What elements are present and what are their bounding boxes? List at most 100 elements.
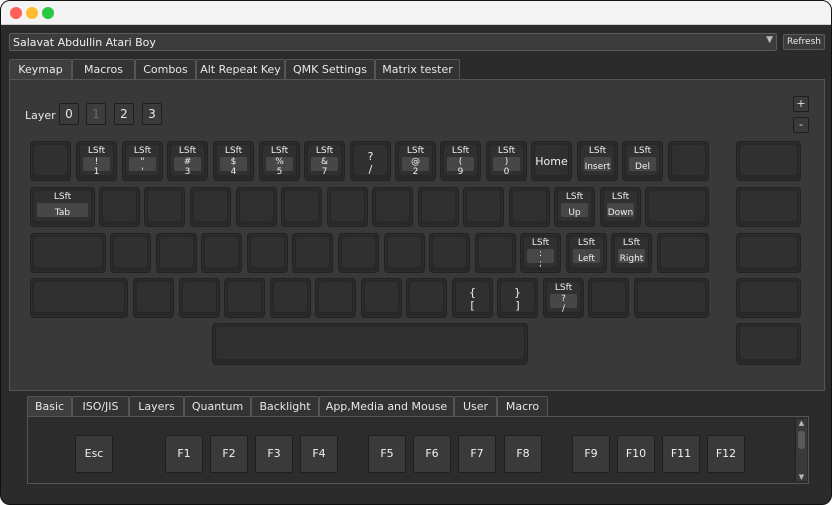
key[interactable] <box>463 187 504 227</box>
key[interactable]: { [ <box>452 278 493 318</box>
key[interactable] <box>236 187 277 227</box>
layer-1-button[interactable]: 1 <box>86 103 106 125</box>
key[interactable] <box>634 278 709 318</box>
tab-quantum[interactable]: Quantum <box>184 396 251 417</box>
key[interactable]: LSft Insert <box>577 141 618 181</box>
tab-layers[interactable]: Layers <box>129 396 184 417</box>
key[interactable]: LSft @2 <box>395 141 436 181</box>
keycode-f7[interactable]: F7 <box>458 435 496 473</box>
tab-combos[interactable]: Combos <box>135 59 196 80</box>
keycode-f12[interactable]: F12 <box>707 435 745 473</box>
key[interactable]: ? / <box>350 141 391 181</box>
zoom-out-button[interactable]: - <box>793 117 809 133</box>
keycode-f9[interactable]: F9 <box>572 435 610 473</box>
key[interactable] <box>201 233 242 273</box>
key[interactable]: LSft Down <box>600 187 641 227</box>
key[interactable] <box>509 187 550 227</box>
key[interactable] <box>110 233 151 273</box>
key[interactable] <box>292 233 333 273</box>
layer-2-button[interactable]: 2 <box>114 103 134 125</box>
key[interactable]: LSft % 5 <box>259 141 300 181</box>
tab-keymap[interactable]: Keymap <box>9 59 72 81</box>
keycode-f5[interactable]: F5 <box>368 435 406 473</box>
tab-qmk-settings[interactable]: QMK Settings <box>285 59 375 80</box>
tab-app-media-mouse[interactable]: App,Media and Mouse <box>319 396 454 417</box>
key[interactable] <box>99 187 140 227</box>
key[interactable] <box>588 278 629 318</box>
key[interactable]: LSft & 7 <box>304 141 345 181</box>
keycode-f11[interactable]: F11 <box>662 435 700 473</box>
tab-iso-jis[interactable]: ISO/JIS <box>72 396 129 417</box>
key[interactable] <box>190 187 231 227</box>
key[interactable]: } ] <box>497 278 538 318</box>
tab-backlight[interactable]: Backlight <box>251 396 319 417</box>
keycode-esc[interactable]: Esc <box>75 435 113 473</box>
tab-user[interactable]: User <box>454 396 497 417</box>
key[interactable] <box>361 278 402 318</box>
space-key[interactable] <box>212 323 528 365</box>
key[interactable]: LSft ) 0 <box>486 141 527 181</box>
key[interactable]: LSft " ' <box>122 141 163 181</box>
key[interactable] <box>315 278 356 318</box>
keycode-f10[interactable]: F10 <box>617 435 655 473</box>
minimize-window-button[interactable] <box>26 7 38 19</box>
key[interactable] <box>736 187 801 227</box>
scroll-thumb[interactable] <box>798 431 805 449</box>
key[interactable]: LSft ? / <box>543 278 584 318</box>
keycode-f6[interactable]: F6 <box>413 435 451 473</box>
key[interactable] <box>270 278 311 318</box>
key[interactable]: LSft Del <box>622 141 663 181</box>
key[interactable]: LSft :; <box>520 233 561 273</box>
key[interactable] <box>475 233 516 273</box>
keycode-f8[interactable]: F8 <box>504 435 542 473</box>
key[interactable] <box>133 278 174 318</box>
key[interactable] <box>179 278 220 318</box>
key[interactable] <box>429 233 470 273</box>
tab-basic[interactable]: Basic <box>27 396 72 418</box>
key[interactable] <box>645 187 709 227</box>
layer-3-button[interactable]: 3 <box>142 103 162 125</box>
key[interactable] <box>668 141 709 181</box>
key[interactable]: LSft Right <box>611 233 652 273</box>
keycode-f3[interactable]: F3 <box>255 435 293 473</box>
key[interactable] <box>327 187 368 227</box>
tab-matrix-tester[interactable]: Matrix tester <box>375 59 460 80</box>
key[interactable] <box>144 187 185 227</box>
layer-0-button[interactable]: 0 <box>59 103 79 125</box>
key[interactable] <box>30 141 71 181</box>
key[interactable] <box>30 278 128 318</box>
tab-macros[interactable]: Macros <box>72 59 135 80</box>
key[interactable] <box>156 233 197 273</box>
key[interactable]: LSft $4 <box>213 141 254 181</box>
keycode-f1[interactable]: F1 <box>165 435 203 473</box>
tab-alt-repeat-key[interactable]: Alt Repeat Key <box>196 59 285 80</box>
close-window-button[interactable] <box>10 7 22 19</box>
key[interactable]: LSft Up <box>554 187 595 227</box>
zoom-in-button[interactable]: + <box>793 96 809 112</box>
key[interactable] <box>247 233 288 273</box>
key[interactable]: Home <box>531 141 572 181</box>
keycode-f4[interactable]: F4 <box>300 435 338 473</box>
keycode-f2[interactable]: F2 <box>210 435 248 473</box>
key[interactable] <box>657 233 709 273</box>
tab-macro[interactable]: Macro <box>497 396 548 417</box>
key[interactable]: LSft #3 <box>167 141 208 181</box>
key[interactable] <box>338 233 379 273</box>
scroll-down-icon[interactable]: ▼ <box>796 473 807 481</box>
maximize-window-button[interactable] <box>42 7 54 19</box>
key[interactable] <box>384 233 425 273</box>
refresh-button[interactable]: Refresh <box>783 34 825 50</box>
key[interactable] <box>736 323 801 365</box>
key[interactable] <box>418 187 459 227</box>
key[interactable]: LSft Left <box>566 233 607 273</box>
key[interactable] <box>30 233 106 273</box>
key[interactable]: LSft ! 1 <box>76 141 117 181</box>
key[interactable] <box>372 187 413 227</box>
scroll-up-icon[interactable]: ▲ <box>796 419 807 427</box>
key[interactable] <box>281 187 322 227</box>
key[interactable] <box>224 278 265 318</box>
key[interactable]: LSft (9 <box>440 141 481 181</box>
key[interactable] <box>406 278 447 318</box>
key[interactable]: LSft Tab <box>30 187 95 227</box>
key[interactable] <box>736 141 801 181</box>
